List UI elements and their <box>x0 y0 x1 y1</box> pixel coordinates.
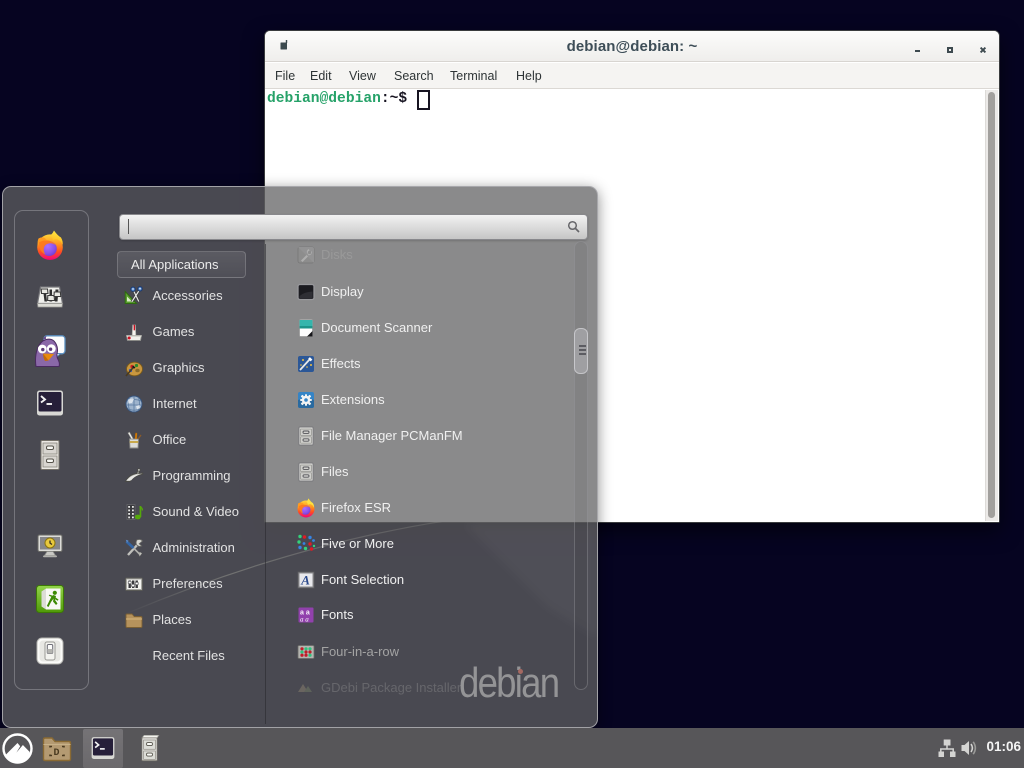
svg-text:a a: a a <box>300 616 309 624</box>
svg-text:A: A <box>300 573 310 588</box>
svg-text:D: D <box>54 748 60 759</box>
